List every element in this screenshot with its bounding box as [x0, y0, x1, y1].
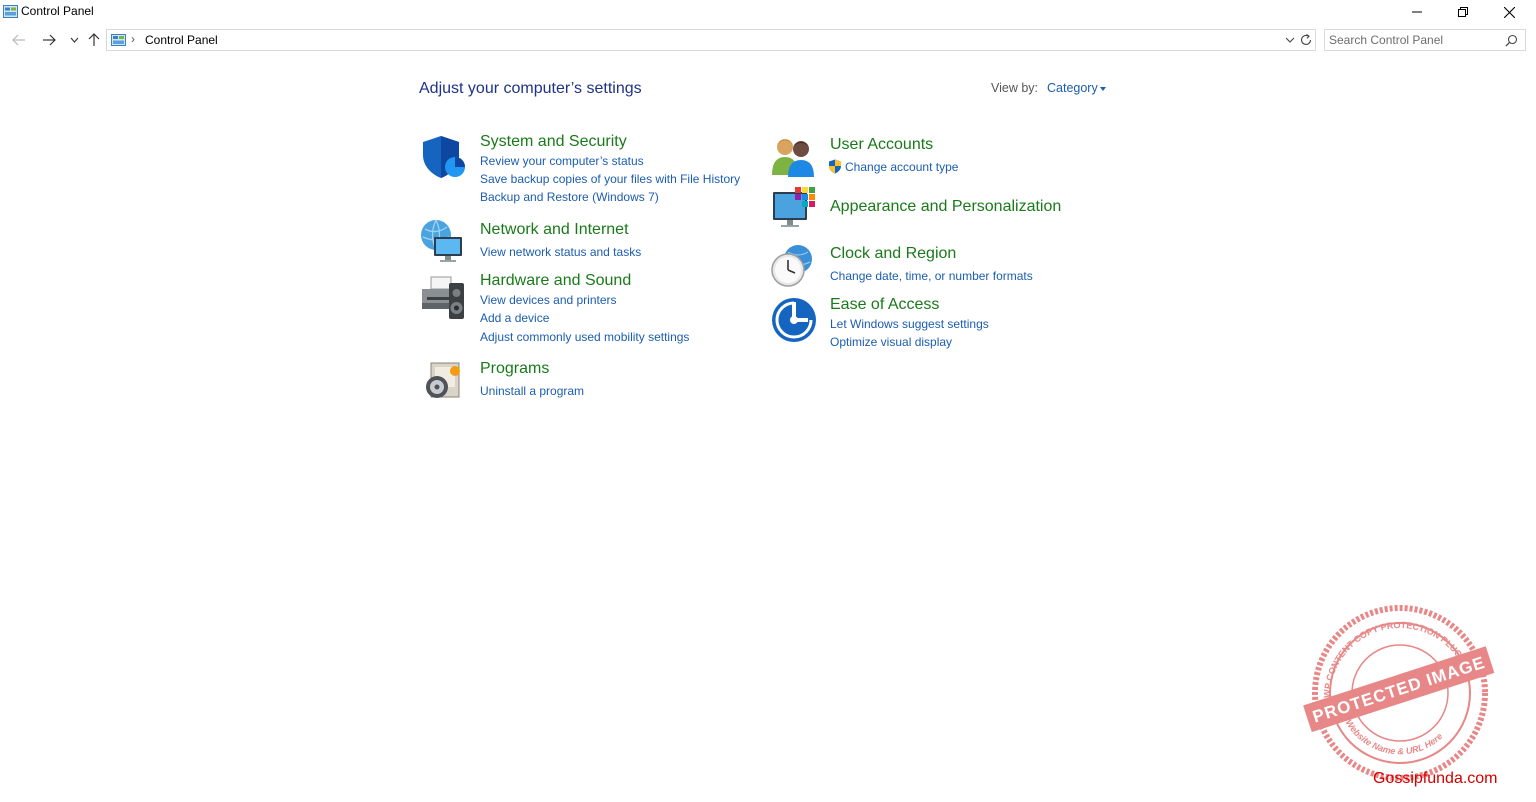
up-button[interactable]: [84, 31, 104, 49]
link-network-status[interactable]: View network status and tasks: [480, 245, 641, 259]
category-network-internet-title[interactable]: Network and Internet: [480, 221, 629, 239]
watermark-site-name: Gossipfunda.com: [1373, 770, 1498, 787]
link-review-status[interactable]: Review your computer’s status: [480, 154, 644, 168]
link-backup-restore[interactable]: Backup and Restore (Windows 7): [480, 190, 659, 204]
category-clock-region-title[interactable]: Clock and Region: [830, 245, 956, 263]
up-arrow-icon: [88, 33, 100, 46]
navigation-bar: › Control Panel: [0, 28, 1536, 52]
restore-icon: [1458, 7, 1468, 17]
link-add-device[interactable]: Add a device: [480, 311, 549, 325]
title-bar: Control Panel: [0, 0, 1536, 24]
control-panel-icon: [3, 5, 18, 18]
search-icon[interactable]: [1505, 34, 1518, 47]
link-change-account-type[interactable]: Change account type: [845, 160, 958, 174]
printer-speaker-icon[interactable]: [419, 273, 467, 321]
uac-shield-icon: [829, 159, 841, 174]
shield-icon[interactable]: [419, 133, 467, 181]
caret-down-icon[interactable]: [1100, 87, 1106, 91]
close-icon: [1503, 6, 1515, 18]
breadcrumb-separator-icon[interactable]: ›: [131, 32, 135, 46]
refresh-icon[interactable]: [1299, 33, 1313, 47]
minimize-icon: [1412, 11, 1422, 13]
control-panel-icon: [111, 34, 126, 46]
programs-box-icon[interactable]: [419, 357, 467, 405]
link-mobility-settings[interactable]: Adjust commonly used mobility settings: [480, 330, 689, 344]
search-box[interactable]: [1324, 29, 1526, 51]
clock-globe-icon[interactable]: [768, 242, 816, 290]
back-button[interactable]: [9, 31, 29, 49]
minimize-button[interactable]: [1394, 0, 1440, 24]
address-bar[interactable]: › Control Panel: [106, 29, 1316, 51]
restore-button[interactable]: [1440, 0, 1486, 24]
forward-arrow-icon: [43, 34, 56, 46]
monitor-palette-icon[interactable]: [770, 184, 818, 232]
category-appearance-title[interactable]: Appearance and Personalization: [830, 198, 1061, 216]
search-input[interactable]: [1329, 31, 1499, 49]
forward-button[interactable]: [39, 31, 59, 49]
back-arrow-icon: [12, 34, 25, 46]
view-by-dropdown[interactable]: Category: [1047, 81, 1098, 95]
close-button[interactable]: [1486, 0, 1532, 24]
users-icon[interactable]: [770, 133, 818, 181]
page-title: Adjust your computer’s settings: [419, 80, 642, 97]
link-date-time-formats[interactable]: Change date, time, or number formats: [830, 269, 1033, 283]
view-by-label: View by:: [991, 81, 1039, 95]
link-uninstall-program[interactable]: Uninstall a program: [480, 384, 584, 398]
chevron-down-icon[interactable]: [1283, 33, 1297, 47]
link-devices-printers[interactable]: View devices and printers: [480, 293, 617, 307]
link-optimize-visual-display[interactable]: Optimize visual display: [830, 335, 952, 349]
window-title: Control Panel: [21, 4, 94, 18]
category-system-security-title[interactable]: System and Security: [480, 133, 627, 151]
category-programs-title[interactable]: Programs: [480, 360, 549, 378]
link-file-history-backup[interactable]: Save backup copies of your files with Fi…: [480, 172, 740, 186]
recent-locations-button[interactable]: [64, 31, 84, 49]
ease-of-access-icon[interactable]: [770, 296, 818, 344]
category-user-accounts-title[interactable]: User Accounts: [830, 136, 933, 154]
breadcrumb[interactable]: Control Panel: [145, 33, 218, 47]
chevron-down-icon: [70, 37, 78, 43]
category-ease-access-title[interactable]: Ease of Access: [830, 296, 939, 314]
link-windows-suggest-settings[interactable]: Let Windows suggest settings: [830, 317, 989, 331]
network-globe-icon[interactable]: [419, 217, 467, 265]
protected-image-stamp: WP CONTENT COPY PROTECTION PLUGIN My Web…: [1303, 605, 1495, 781]
category-hardware-sound-title[interactable]: Hardware and Sound: [480, 272, 631, 290]
